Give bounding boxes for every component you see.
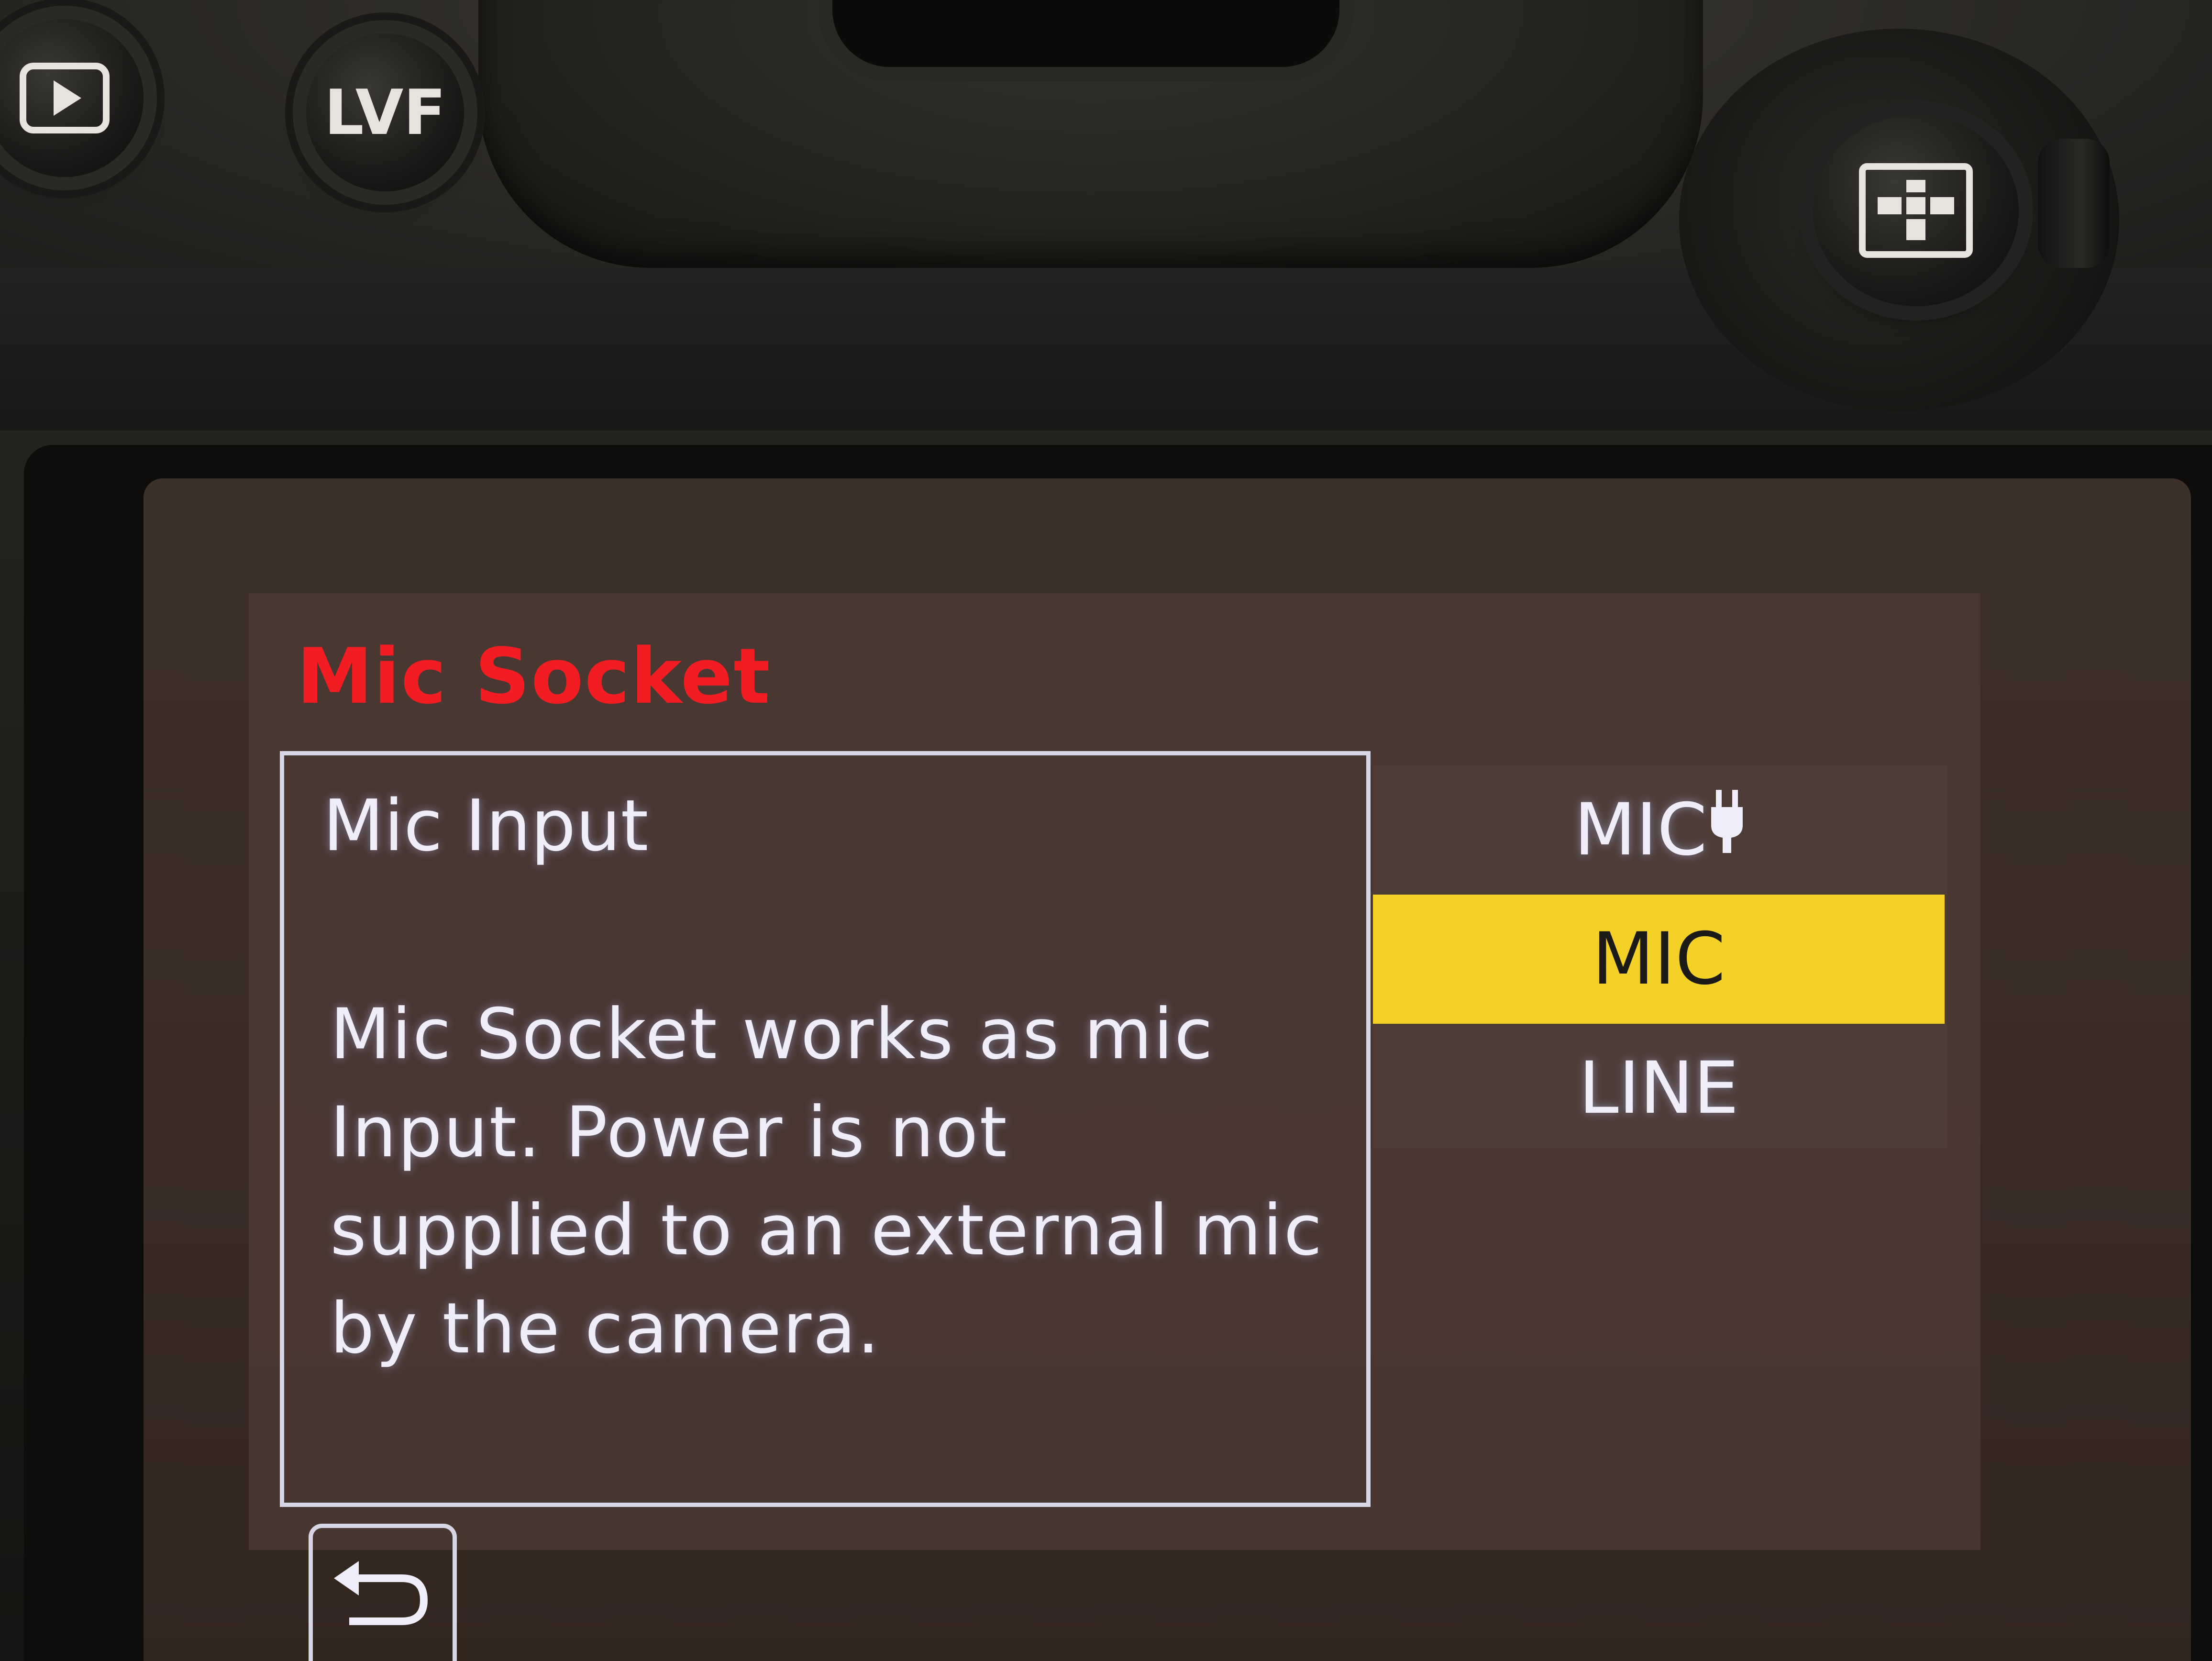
lvf-label: LVF <box>324 76 446 149</box>
play-icon <box>20 63 110 133</box>
mode-lever[interactable] <box>2038 139 2110 268</box>
camera-photo: LVF Mic Socket Mic Input Mic Socket work… <box>0 0 2212 1661</box>
option-line[interactable]: LINE <box>1373 1024 1945 1153</box>
viewfinder-window <box>832 0 1339 67</box>
option-label: LINE <box>1579 1047 1739 1130</box>
back-button[interactable] <box>309 1524 457 1661</box>
option-label: MIC <box>1592 918 1725 1001</box>
lvf-button[interactable]: LVF <box>306 33 464 191</box>
q-menu-grid-icon <box>1859 163 1973 258</box>
option-label: MIC <box>1574 788 1707 872</box>
quick-menu-button[interactable] <box>1813 115 2019 306</box>
help-description: Mic Socket works as mic Input. Power is … <box>330 994 1324 1369</box>
return-arrow-icon <box>334 1561 428 1625</box>
plug-in-power-icon <box>1710 788 1744 872</box>
page-title: Mic Socket <box>297 631 771 721</box>
help-heading: Mic Input <box>323 785 649 867</box>
option-mic[interactable]: MIC <box>1373 895 1945 1024</box>
option-mic-plug-in-power[interactable]: MIC <box>1373 765 1945 895</box>
